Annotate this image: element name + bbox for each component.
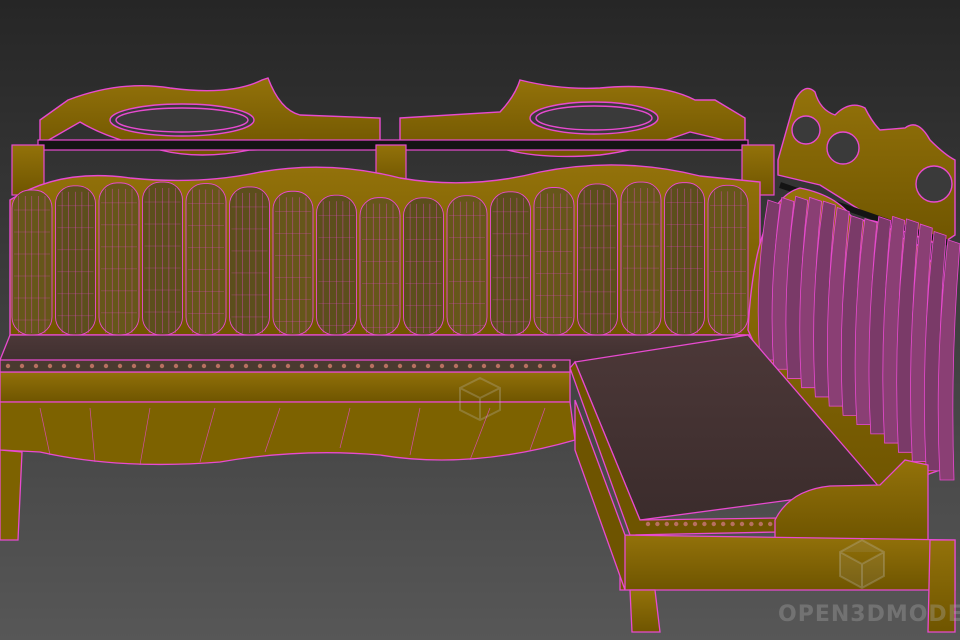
nail-stud bbox=[61, 363, 67, 369]
nail-stud bbox=[730, 521, 735, 527]
nail-stud bbox=[33, 363, 39, 369]
nail-stud bbox=[749, 521, 754, 527]
back-cushion-main bbox=[9, 164, 761, 336]
nail-stud bbox=[19, 363, 25, 369]
nail-stud bbox=[229, 363, 235, 369]
nail-stud bbox=[159, 363, 165, 369]
nail-stud bbox=[299, 363, 305, 369]
nail-stud bbox=[341, 363, 347, 369]
nail-stud bbox=[711, 521, 716, 527]
nail-stud bbox=[369, 363, 375, 369]
nail-stud bbox=[674, 521, 679, 527]
nail-stud bbox=[509, 363, 515, 369]
nail-stud bbox=[453, 363, 459, 369]
nail-stud bbox=[383, 363, 389, 369]
nail-stud bbox=[537, 363, 543, 369]
viewport-render bbox=[0, 0, 960, 640]
nail-stud bbox=[523, 363, 529, 369]
nail-stud bbox=[257, 363, 263, 369]
nail-stud bbox=[758, 521, 763, 527]
nail-stud bbox=[495, 363, 501, 369]
nail-stud bbox=[664, 521, 669, 527]
nail-stud bbox=[721, 521, 726, 527]
nail-stud bbox=[645, 521, 651, 527]
nail-stud bbox=[173, 363, 179, 369]
nail-stud bbox=[739, 521, 745, 527]
nail-stud bbox=[103, 363, 109, 369]
nail-stud bbox=[467, 363, 473, 369]
nail-stud bbox=[411, 363, 417, 369]
nail-stud bbox=[702, 521, 707, 527]
nail-stud bbox=[145, 363, 151, 369]
nail-stud bbox=[5, 363, 11, 369]
nail-stud bbox=[327, 363, 333, 369]
nail-stud bbox=[285, 363, 291, 369]
nail-stud bbox=[655, 521, 660, 527]
nail-stud bbox=[551, 363, 557, 369]
nail-stud bbox=[89, 363, 95, 369]
nail-stud bbox=[481, 363, 487, 369]
nail-stud bbox=[131, 363, 137, 369]
nail-stud bbox=[397, 363, 403, 369]
nail-stud bbox=[201, 363, 207, 369]
nail-stud bbox=[439, 363, 445, 369]
nail-stud bbox=[313, 363, 319, 369]
nail-stud bbox=[117, 363, 123, 369]
nail-stud bbox=[47, 363, 53, 369]
nail-stud bbox=[271, 363, 277, 369]
nail-stud bbox=[187, 363, 193, 369]
nail-stud bbox=[243, 363, 249, 369]
nail-stud bbox=[425, 363, 431, 369]
nail-stud bbox=[215, 363, 221, 369]
nail-stud bbox=[683, 521, 688, 527]
nail-stud bbox=[692, 521, 698, 527]
nail-stud bbox=[355, 363, 361, 369]
watermark-text: OPEN3DMODEL bbox=[778, 602, 960, 627]
nail-stud bbox=[768, 521, 773, 527]
nail-stud bbox=[75, 363, 81, 369]
